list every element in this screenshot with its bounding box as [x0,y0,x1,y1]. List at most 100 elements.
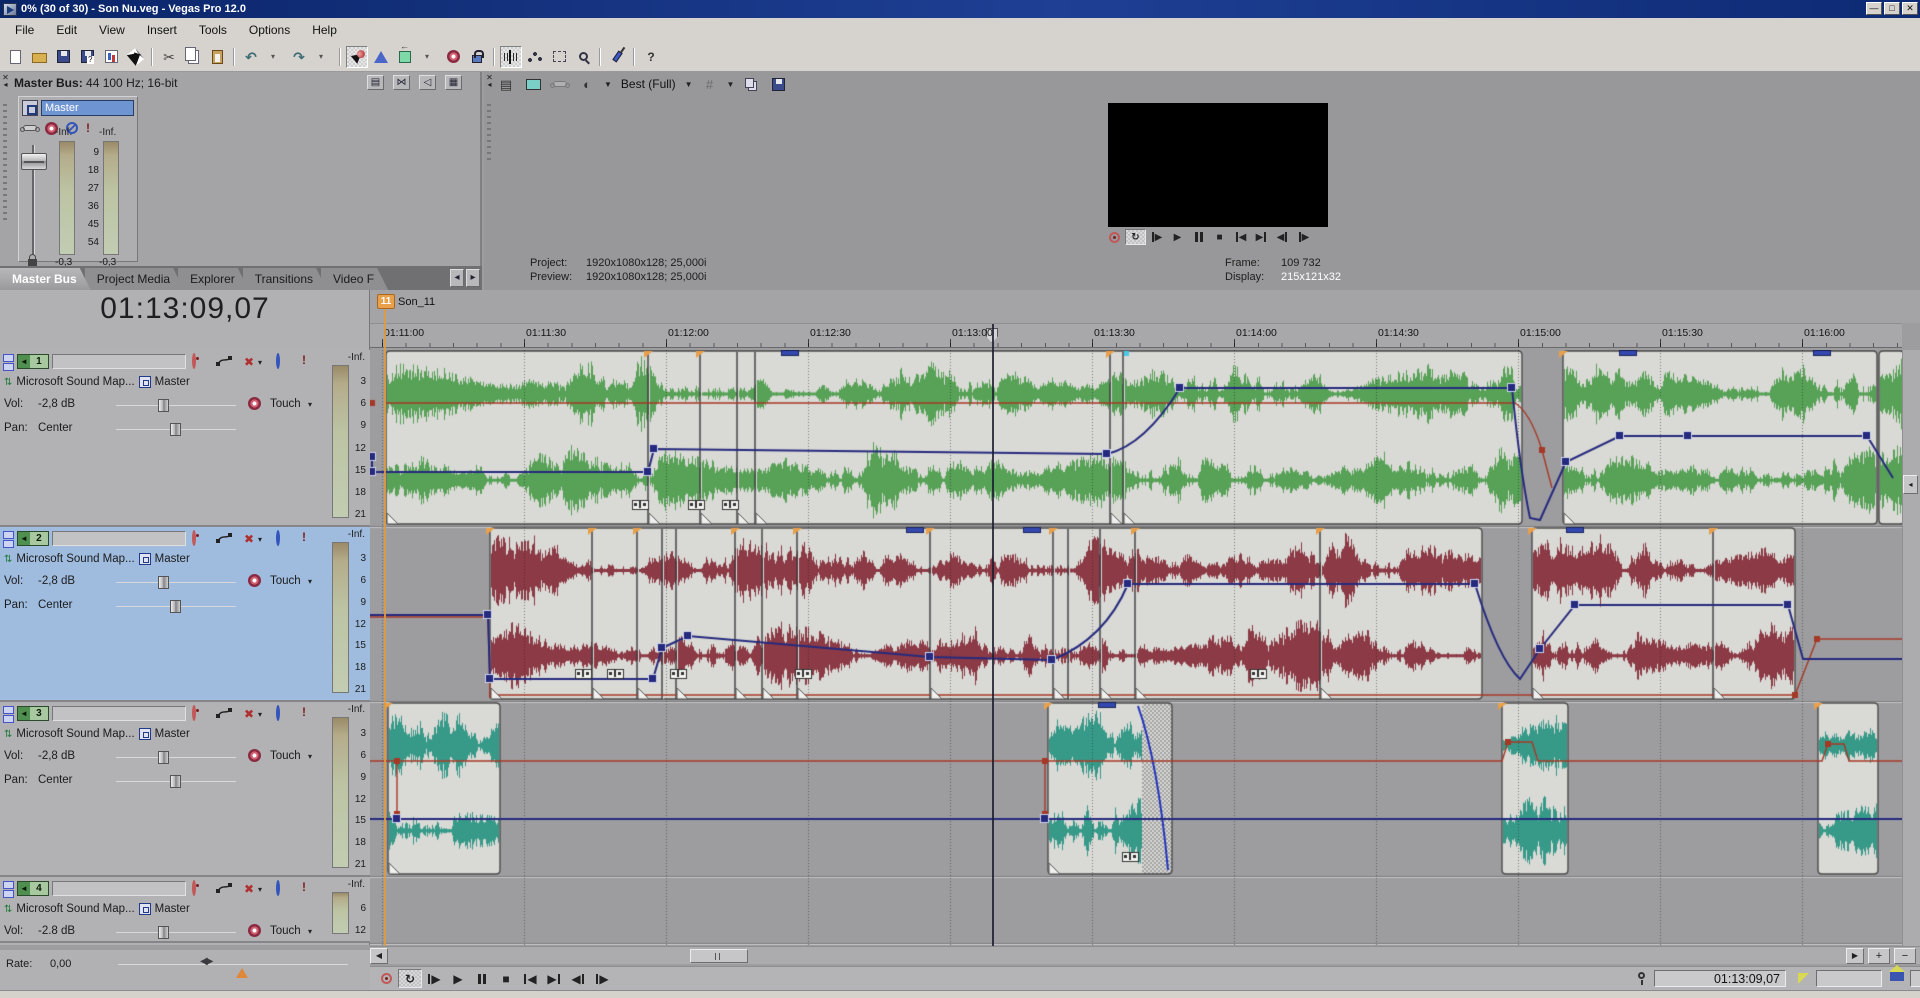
arm-record-button[interactable] [192,355,196,367]
volume-slider[interactable] [116,582,236,583]
next-frame-button[interactable]: ▶ [1293,229,1314,245]
menu-tools[interactable]: Tools [188,20,238,40]
track-maximize-icon[interactable] [3,363,14,371]
loop-playback-button[interactable]: ↻ [398,969,422,988]
device-selector[interactable]: ⇅Microsoft Sound Map...Master [4,903,190,915]
fader-lock-icon[interactable] [28,259,37,266]
volume-slider[interactable] [116,932,236,933]
pan-slider[interactable] [116,606,236,607]
track-minimize-icon[interactable] [3,531,14,539]
record-button[interactable] [1104,229,1125,245]
project-properties-button[interactable] [124,46,146,68]
track-name-field[interactable] [52,706,186,721]
track-envelope-button[interactable] [216,707,233,721]
new-project-button[interactable] [4,46,26,68]
expand-track-layers-button[interactable] [394,46,416,68]
tool-dropdown-button[interactable]: ▾ [418,46,440,68]
mute-dropdown-icon[interactable]: ▾ [258,358,262,367]
play-button[interactable]: ▶ [446,969,470,988]
master-fader-thumb[interactable] [21,153,47,170]
phase-invert-button[interactable]: ! [302,353,306,367]
automation-settings-button[interactable] [248,749,261,762]
pause-button[interactable] [470,969,494,988]
track-maximize-icon[interactable] [3,540,14,548]
previous-frame-button[interactable]: ◀ [566,969,590,988]
dock-grip[interactable] [3,100,7,220]
play-from-start-button[interactable]: ▶ [1146,229,1167,245]
track-minimize-icon[interactable] [3,706,14,714]
stop-button[interactable]: ■ [1209,229,1230,245]
automation-dropdown-icon[interactable]: ▾ [308,752,312,761]
track-name-field[interactable] [52,354,186,369]
panel-collapse-button[interactable]: ◂ [1903,475,1918,494]
phase-invert-button[interactable]: ! [302,880,306,894]
redo-button[interactable]: ↷ [288,46,310,68]
track-header-3[interactable]: ◄3✖▾!⇅Microsoft Sound Map...MasterVol:-2… [0,702,370,877]
track-header-1[interactable]: ◄1✖▾!⇅Microsoft Sound Map...MasterVol:-2… [0,350,370,527]
mute-button[interactable]: ✖ [244,707,254,721]
zoom-in-button[interactable]: + [1868,948,1890,964]
track-header-2[interactable]: ◄2✖▾!⇅Microsoft Sound Map...MasterVol:-2… [0,527,370,702]
volume-slider-thumb[interactable] [158,926,169,939]
pause-button[interactable] [1188,229,1209,245]
insert-fx-button[interactable] [23,125,37,131]
automation-dropdown-icon[interactable]: ▾ [308,400,312,409]
grid-overlay-button[interactable]: # [700,75,720,93]
chevron-down-icon[interactable]: ▼ [685,80,693,89]
track-envelope-button[interactable] [216,882,233,896]
track-name-field[interactable] [52,531,186,546]
pan-slider[interactable] [116,429,236,430]
menu-file[interactable]: File [4,20,45,40]
redo-dropdown-button[interactable]: ▾ [312,46,334,68]
phase-invert-button[interactable]: ! [302,705,306,719]
undo-button[interactable]: ↶ [240,46,262,68]
undo-dropdown-button[interactable]: ▾ [264,46,286,68]
mute-button[interactable]: ✖ [244,532,254,546]
play-from-start-button[interactable]: ▶ [422,969,446,988]
track-envelope-button[interactable] [216,355,233,369]
solo-button[interactable] [276,707,280,719]
selection-edit-tool-button[interactable] [548,46,570,68]
automation-settings-button[interactable] [248,574,261,587]
menu-view[interactable]: View [88,20,136,40]
chevron-down-icon[interactable]: ▼ [727,80,735,89]
marker-flag[interactable]: 11 [377,294,395,309]
tab-scroll-left-button[interactable]: ◂ [450,269,464,287]
tab-explorer[interactable]: Explorer [178,268,249,290]
track-minimize-icon[interactable] [3,881,14,889]
chevron-down-icon[interactable]: ▼ [604,80,612,89]
paint-events-tool-button[interactable] [606,46,628,68]
tab-project-media[interactable]: Project Media [85,268,184,290]
zoom-edit-tool-button[interactable] [572,46,594,68]
play-button[interactable]: ▶ [1167,229,1188,245]
record-button[interactable] [374,969,398,988]
meters-toggle-button[interactable]: ▦ [445,75,462,90]
solo-button[interactable]: ! [86,121,90,135]
tab-video-f[interactable]: Video F [321,268,388,290]
arm-record-button[interactable] [192,707,196,719]
save-project-button[interactable] [52,46,74,68]
mute-button[interactable]: ✖ [244,355,254,369]
split-screen-view-button[interactable]: ◐ [577,75,597,93]
master-bus-name-field[interactable]: Master [41,100,134,116]
mute-dropdown-icon[interactable]: ▾ [258,710,262,719]
preview-quality-selector[interactable]: Best (Full) [619,77,678,91]
vertical-scrollbar[interactable] [1902,350,1920,946]
pan-slider[interactable] [116,781,236,782]
event-edit-tool-button[interactable] [500,46,522,68]
bus-assignment-button[interactable] [139,376,151,388]
tab-transitions[interactable]: Transitions [243,268,327,290]
marker-bar[interactable]: 11 Son_11 [370,290,1920,323]
dock-collapse-icon[interactable]: ◂ [3,80,7,89]
loop-playback-button[interactable]: ↻ [1125,229,1146,245]
cut-button[interactable]: ✂ [158,46,180,68]
bus-assignment-button[interactable] [139,903,151,915]
dim-output-button[interactable]: ◁ [419,75,436,90]
master-properties-button[interactable]: ▤ [367,75,384,90]
rate-slider[interactable] [118,964,348,965]
next-frame-button[interactable]: ▶ [590,969,614,988]
mute-dropdown-icon[interactable]: ▾ [258,885,262,894]
track-maximize-icon[interactable] [3,715,14,723]
time-ruler[interactable]: 01:11:0001:11:3001:12:0001:12:3001:13:00… [370,323,1902,348]
scroll-right-button[interactable]: ▶ [1846,948,1864,964]
